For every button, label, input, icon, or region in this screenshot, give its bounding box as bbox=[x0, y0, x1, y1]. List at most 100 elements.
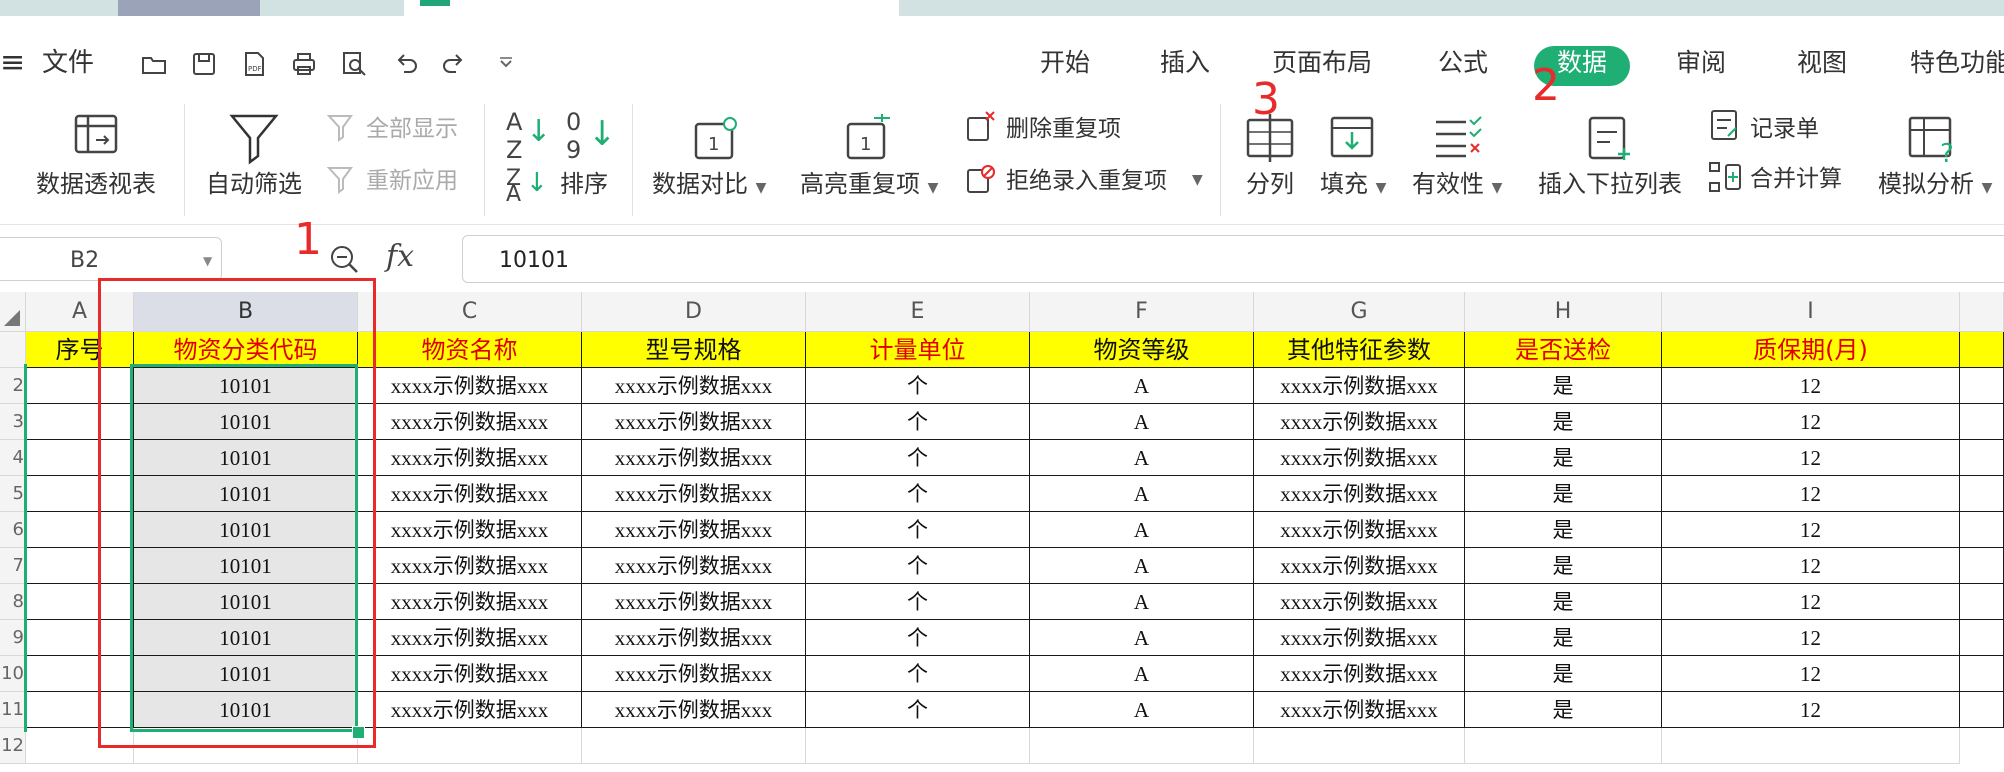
hamburger-menu-icon[interactable]: ≡ bbox=[0, 48, 25, 78]
table-cell[interactable]: 是 bbox=[1465, 584, 1662, 620]
row-header[interactable]: 7 bbox=[0, 548, 26, 584]
table-cell[interactable]: 10101 bbox=[134, 548, 358, 584]
pivot-table-icon[interactable] bbox=[66, 110, 126, 166]
table-cell[interactable] bbox=[26, 620, 134, 656]
split-columns-button[interactable]: 分列 bbox=[1246, 172, 1294, 196]
data-validation-button[interactable]: 有效性 ▼ bbox=[1412, 172, 1502, 196]
fill-button[interactable]: 填充 ▼ bbox=[1320, 172, 1386, 196]
row-header[interactable]: 6 bbox=[0, 512, 26, 548]
table-cell[interactable]: 是 bbox=[1465, 692, 1662, 728]
column-header-e[interactable]: E bbox=[806, 292, 1030, 332]
table-cell[interactable]: 10101 bbox=[134, 476, 358, 512]
row-header[interactable]: 12 bbox=[0, 728, 26, 764]
header-cell[interactable]: 质保期(月) bbox=[1662, 332, 1960, 368]
table-cell[interactable] bbox=[1960, 692, 2004, 728]
formula-input[interactable]: 10101 bbox=[462, 235, 2004, 283]
highlight-duplicates-icon[interactable]: 1 bbox=[838, 110, 898, 166]
row-header[interactable]: 8 bbox=[0, 584, 26, 620]
tab-page-layout[interactable]: 页面布局 bbox=[1272, 50, 1372, 75]
column-header-h[interactable]: H bbox=[1465, 292, 1662, 332]
table-cell[interactable]: xxxx示例数据xxx bbox=[582, 368, 806, 404]
column-header-f[interactable]: F bbox=[1030, 292, 1254, 332]
column-header-d[interactable]: D bbox=[582, 292, 806, 332]
table-cell[interactable] bbox=[1465, 728, 1662, 764]
table-cell[interactable]: A bbox=[1030, 656, 1254, 692]
table-cell[interactable]: 是 bbox=[1465, 368, 1662, 404]
table-cell[interactable]: 12 bbox=[1662, 656, 1960, 692]
tab-insert[interactable]: 插入 bbox=[1160, 50, 1210, 75]
show-all-icon[interactable] bbox=[326, 112, 356, 142]
table-cell[interactable]: 是 bbox=[1465, 476, 1662, 512]
column-header-g[interactable]: G bbox=[1254, 292, 1465, 332]
data-validation-icon[interactable] bbox=[1428, 110, 1488, 166]
fill-handle[interactable] bbox=[352, 726, 365, 739]
table-cell[interactable]: 12 bbox=[1662, 440, 1960, 476]
header-cell[interactable] bbox=[1960, 332, 2004, 368]
table-cell[interactable]: xxxx示例数据xxx bbox=[358, 656, 582, 692]
pivot-table-button[interactable]: 数据透视表 bbox=[36, 172, 156, 196]
header-cell[interactable]: 物资分类代码 bbox=[134, 332, 358, 368]
table-cell[interactable] bbox=[806, 728, 1030, 764]
table-cell[interactable]: xxxx示例数据xxx bbox=[1254, 368, 1465, 404]
column-header-b[interactable]: B bbox=[134, 292, 358, 332]
header-cell[interactable]: 计量单位 bbox=[806, 332, 1030, 368]
table-cell[interactable]: 10101 bbox=[134, 368, 358, 404]
column-header-c[interactable]: C bbox=[358, 292, 582, 332]
header-cell[interactable]: 序号 bbox=[26, 332, 134, 368]
header-cell[interactable]: 物资等级 bbox=[1030, 332, 1254, 368]
table-cell[interactable] bbox=[26, 440, 134, 476]
remove-duplicates-icon[interactable] bbox=[964, 110, 998, 144]
row-header[interactable]: 4 bbox=[0, 440, 26, 476]
table-cell[interactable] bbox=[26, 512, 134, 548]
header-cell[interactable]: 其他特征参数 bbox=[1254, 332, 1465, 368]
table-cell[interactable]: xxxx示例数据xxx bbox=[582, 584, 806, 620]
table-cell[interactable]: 个 bbox=[806, 368, 1030, 404]
table-cell[interactable] bbox=[1960, 548, 2004, 584]
what-if-analysis-button[interactable]: 模拟分析 ▼ bbox=[1878, 172, 1992, 196]
window-tab-inactive[interactable] bbox=[118, 0, 260, 16]
table-cell[interactable] bbox=[26, 584, 134, 620]
table-cell[interactable]: 10101 bbox=[134, 620, 358, 656]
table-cell[interactable]: 10101 bbox=[134, 440, 358, 476]
table-cell[interactable]: 个 bbox=[806, 440, 1030, 476]
table-cell[interactable] bbox=[26, 548, 134, 584]
table-cell[interactable]: 12 bbox=[1662, 512, 1960, 548]
data-compare-button[interactable]: 数据对比 ▼ bbox=[652, 172, 766, 196]
row-header[interactable]: 11 bbox=[0, 692, 26, 728]
table-cell[interactable] bbox=[582, 728, 806, 764]
reapply-button[interactable]: 重新应用 bbox=[366, 170, 458, 193]
open-folder-icon[interactable] bbox=[140, 50, 168, 78]
table-cell[interactable]: xxxx示例数据xxx bbox=[582, 656, 806, 692]
show-all-button[interactable]: 全部显示 bbox=[366, 118, 458, 141]
table-cell[interactable] bbox=[358, 728, 582, 764]
table-cell[interactable]: 12 bbox=[1662, 620, 1960, 656]
table-cell[interactable]: xxxx示例数据xxx bbox=[582, 692, 806, 728]
table-cell[interactable]: xxxx示例数据xxx bbox=[358, 512, 582, 548]
tab-special-features[interactable]: 特色功能 bbox=[1910, 50, 2004, 75]
column-header-next[interactable] bbox=[1960, 292, 2004, 332]
chevron-down-icon[interactable]: ▼ bbox=[203, 254, 212, 268]
tab-review[interactable]: 审阅 bbox=[1676, 50, 1726, 75]
auto-filter-button[interactable]: 自动筛选 bbox=[206, 172, 302, 196]
table-cell[interactable]: xxxx示例数据xxx bbox=[582, 548, 806, 584]
tab-view[interactable]: 视图 bbox=[1797, 50, 1847, 75]
table-cell[interactable] bbox=[1960, 404, 2004, 440]
table-cell[interactable]: xxxx示例数据xxx bbox=[1254, 584, 1465, 620]
select-all-corner[interactable] bbox=[0, 292, 26, 332]
table-cell[interactable]: xxxx示例数据xxx bbox=[358, 584, 582, 620]
data-compare-icon[interactable]: 1 bbox=[686, 110, 746, 166]
table-cell[interactable]: 是 bbox=[1465, 404, 1662, 440]
table-cell[interactable]: A bbox=[1030, 476, 1254, 512]
table-cell[interactable]: xxxx示例数据xxx bbox=[1254, 620, 1465, 656]
consolidate-icon[interactable] bbox=[1708, 160, 1742, 194]
table-cell[interactable]: 12 bbox=[1662, 548, 1960, 584]
table-cell[interactable]: 个 bbox=[806, 548, 1030, 584]
table-cell[interactable] bbox=[26, 728, 134, 764]
table-cell[interactable] bbox=[1030, 728, 1254, 764]
sort-descending-icon[interactable]: Z A ↓ bbox=[504, 166, 548, 207]
export-pdf-icon[interactable]: PDF bbox=[240, 50, 268, 78]
table-cell[interactable]: 12 bbox=[1662, 584, 1960, 620]
table-cell[interactable]: A bbox=[1030, 548, 1254, 584]
table-cell[interactable]: xxxx示例数据xxx bbox=[358, 440, 582, 476]
table-cell[interactable]: A bbox=[1030, 440, 1254, 476]
